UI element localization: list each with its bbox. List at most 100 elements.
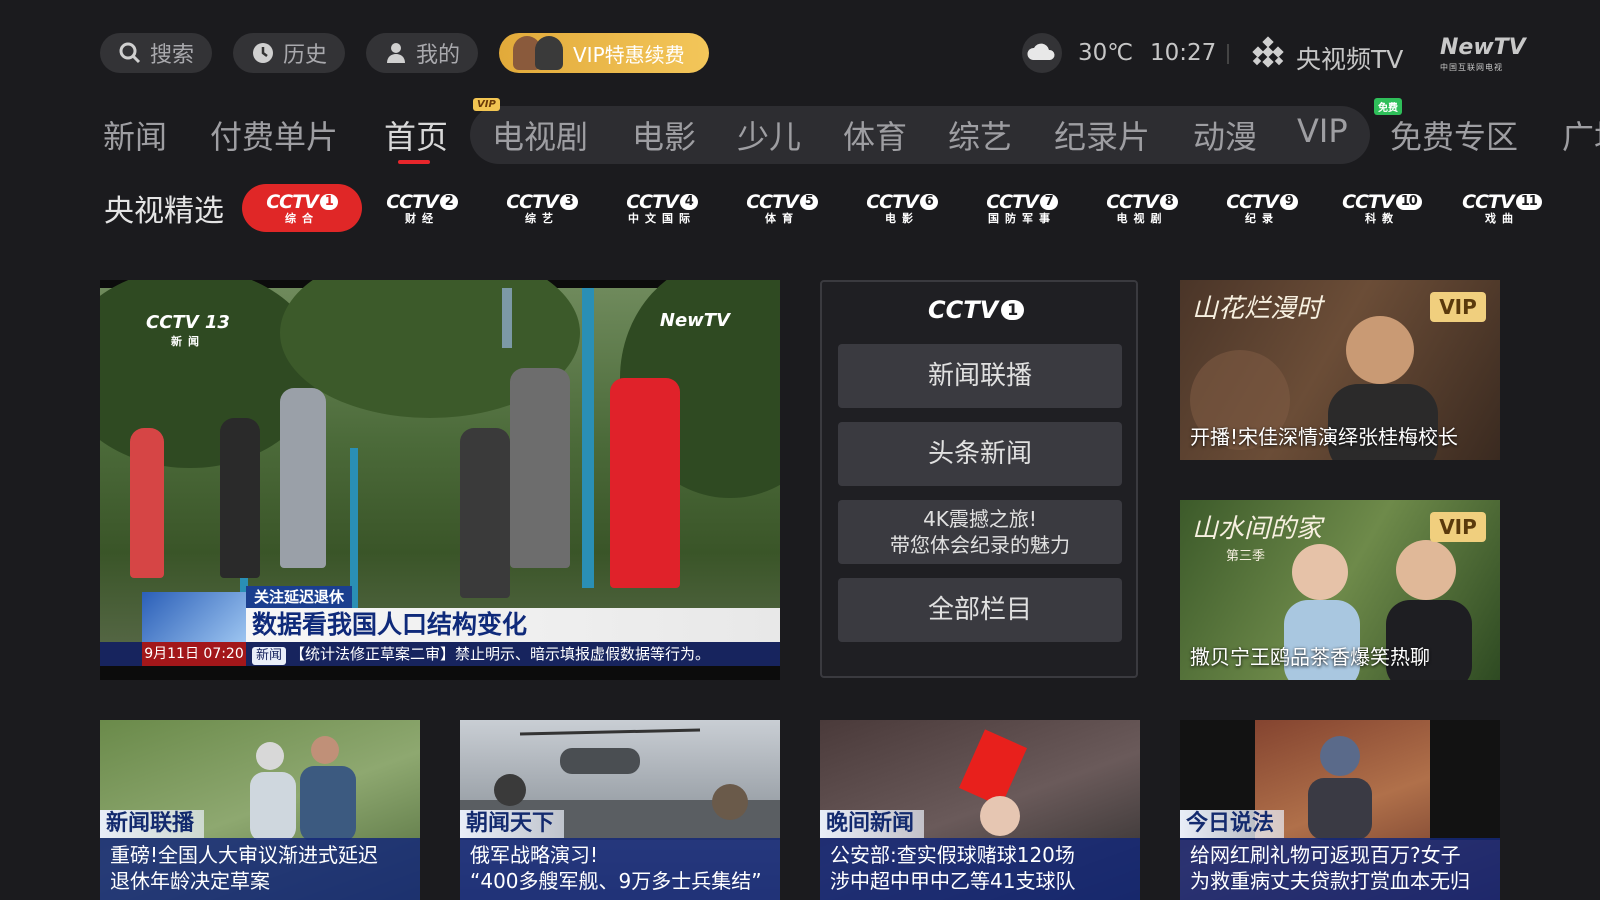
channel-subtitle: 综合 bbox=[285, 211, 319, 225]
ticker-tag: 新闻 bbox=[252, 647, 287, 665]
channel-cctv8[interactable]: CCTV 8 电视剧 bbox=[1082, 184, 1202, 232]
channel-next-peek[interactable] bbox=[1562, 184, 1600, 232]
tab-home[interactable]: 首页 bbox=[384, 112, 448, 158]
channel-subtitle: 中文国际 bbox=[628, 211, 696, 225]
channel-cctv3[interactable]: CCTV 3 综艺 bbox=[482, 184, 602, 232]
channel-logo: CCTV 9 bbox=[1226, 192, 1298, 212]
channel-subtitle: 电影 bbox=[885, 211, 919, 225]
history-label: 历史 bbox=[282, 43, 327, 68]
tab-sports[interactable]: 体育 bbox=[843, 112, 907, 158]
channel-cctv4[interactable]: CCTV 4 中文国际 bbox=[602, 184, 722, 232]
mine-button[interactable]: 我的 bbox=[366, 33, 478, 73]
tab-anime[interactable]: 动漫 bbox=[1193, 112, 1257, 158]
channel-subtitle: 戏曲 bbox=[1485, 211, 1519, 225]
tab-vip[interactable]: VIP bbox=[1297, 112, 1348, 150]
tab-kids[interactable]: 少儿 bbox=[737, 112, 801, 158]
channel-logo-text: CCTV bbox=[506, 190, 559, 213]
channel-logo: CCTV 1 bbox=[266, 192, 338, 212]
card-tag: 新闻联播 bbox=[100, 810, 205, 838]
channel-subtitle: 国防军事 bbox=[988, 211, 1056, 225]
active-tab-underline bbox=[398, 160, 430, 164]
user-icon bbox=[384, 41, 408, 65]
temperature: 30℃ bbox=[1078, 40, 1134, 66]
xinwen-lianbo-button[interactable]: 新闻联播 bbox=[838, 344, 1122, 408]
clock-time: 10:27 bbox=[1150, 40, 1217, 66]
channel-cctv7[interactable]: CCTV 7 国防军事 bbox=[962, 184, 1082, 232]
channel-row-label: 央视精选 bbox=[104, 194, 224, 229]
vip-corner-badge: VIP bbox=[473, 98, 500, 111]
live-video-player[interactable]: CCTV 13 新闻 NewTV 关注延迟退休 数据看我国人口结构变化 新闻 【统… bbox=[100, 280, 780, 680]
tab-plaza[interactable]: 广场 bbox=[1562, 112, 1600, 158]
tab-movies[interactable]: 电影 bbox=[632, 112, 696, 158]
poster-title-art: 山水间的家 第三季 bbox=[1192, 508, 1322, 564]
top-bar: 搜索 历史 我的 VIP特惠续费 30℃ 10:27 央视频TV NewTV 中… bbox=[0, 0, 1600, 100]
channel-cctv10[interactable]: CCTV 10 科教 bbox=[1322, 184, 1442, 232]
newtv-text: NewTV bbox=[1440, 35, 1526, 60]
poster-shanshui-jian-de-jia[interactable]: 山水间的家 第三季 VIP 撒贝宁王鸥品茶香爆笑热聊 bbox=[1180, 500, 1500, 680]
all-programs-button[interactable]: 全部栏目 bbox=[838, 578, 1122, 642]
lower-third-tag: 关注延迟退休 bbox=[246, 586, 353, 608]
channel-logo-text: CCTV bbox=[626, 190, 679, 213]
mine-label: 我的 bbox=[415, 43, 460, 68]
channel-number: 6 bbox=[919, 193, 938, 210]
channel-cctv2[interactable]: CCTV 2 财经 bbox=[362, 184, 482, 232]
channel-number: 8 bbox=[1159, 193, 1178, 210]
vip-badge: VIP bbox=[1430, 512, 1486, 542]
card-jinri-shuofa[interactable]: 今日说法 给网红刷礼物可返现百万?女子 为救重病丈夫贷款打赏血本无归 bbox=[1180, 720, 1500, 900]
channel-logo-text: CCTV bbox=[986, 190, 1039, 213]
channel-subtitle: 财经 bbox=[405, 211, 439, 225]
poster-caption: 开播!宋佳深情演绎张桂梅校长 bbox=[1190, 425, 1459, 449]
card-text: 俄军战略演习! “400多艘军舰、9万多士兵集结” bbox=[460, 838, 780, 900]
card-wanjian-xinwen[interactable]: 晚间新闻 公安部:查实假球赌球120场 涉中超中甲中乙等41支球队 bbox=[820, 720, 1140, 900]
channel-logo-text: CCTV bbox=[1226, 190, 1279, 213]
channel-cctv6[interactable]: CCTV 6 电影 bbox=[842, 184, 962, 232]
search-button[interactable]: 搜索 bbox=[100, 33, 212, 73]
tab-free-zone[interactable]: 免费专区 bbox=[1390, 112, 1518, 158]
channel-cctv5[interactable]: CCTV 5 体育 bbox=[722, 184, 842, 232]
news-lower-third: 关注延迟退休 数据看我国人口结构变化 新闻 【统计法修正草案二审】禁止明示、暗示填… bbox=[100, 586, 780, 666]
tab-news[interactable]: 新闻 bbox=[103, 112, 167, 158]
poster-shanhua-lanman[interactable]: 山花烂漫时 VIP 开播!宋佳深情演绎张桂梅校长 bbox=[1180, 280, 1500, 460]
tab-tv-series[interactable]: 电视剧 bbox=[492, 112, 588, 158]
headline-news-button[interactable]: 头条新闻 bbox=[838, 422, 1122, 486]
tab-paid-single[interactable]: 付费单片 bbox=[210, 112, 338, 158]
channel-number: 1 bbox=[319, 193, 338, 210]
channel-logo: CCTV 5 bbox=[746, 192, 818, 212]
channel-subtitle: 体育 bbox=[765, 211, 799, 225]
channel-number: 10 bbox=[1395, 193, 1422, 210]
card-zhaowen-tianxia[interactable]: 朝闻天下 俄军战略演习! “400多艘军舰、9万多士兵集结” bbox=[460, 720, 780, 900]
channel-cctv9[interactable]: CCTV 9 纪录 bbox=[1202, 184, 1322, 232]
yangshipin-logo-icon bbox=[1248, 36, 1288, 72]
video-channel-logo-text: CCTV 13 bbox=[146, 312, 230, 333]
history-button[interactable]: 历史 bbox=[233, 33, 345, 73]
ticker-text: 【统计法修正草案二审】禁止明示、暗示填报虚假数据等行为。 bbox=[290, 645, 711, 663]
card-xinwen-lianbo[interactable]: 新闻联播 重磅!全国人大审议渐进式延迟 退休年龄决定草案 bbox=[100, 720, 420, 900]
channel-number: 9 bbox=[1279, 193, 1298, 210]
channel-number: 4 bbox=[679, 193, 698, 210]
vip-promo-avatars bbox=[507, 33, 565, 73]
card-tag: 朝闻天下 bbox=[460, 810, 565, 838]
clock-icon bbox=[251, 41, 275, 65]
channel-number: 7 bbox=[1039, 193, 1058, 210]
channel-logo: CCTV 11 bbox=[1462, 192, 1542, 212]
video-channel-sub: 新闻 bbox=[170, 335, 205, 348]
channel-number: 5 bbox=[799, 193, 818, 210]
channel-cctv11[interactable]: CCTV 11 戏曲 bbox=[1442, 184, 1562, 232]
card-tag: 晚间新闻 bbox=[820, 810, 925, 838]
vip-renew-button[interactable]: VIP特惠续费 bbox=[499, 33, 709, 73]
video-watermark: NewTV bbox=[659, 310, 730, 331]
tab-documentary[interactable]: 纪录片 bbox=[1054, 112, 1150, 158]
channel-subtitle: 科教 bbox=[1365, 211, 1399, 225]
channel-number: 2 bbox=[439, 193, 458, 210]
search-icon bbox=[118, 41, 142, 65]
tab-variety[interactable]: 综艺 bbox=[948, 112, 1012, 158]
video-channel-logo: CCTV 13 新闻 bbox=[146, 312, 230, 349]
4k-documentary-button[interactable]: 4K震撼之旅! 带您体会纪录的魅力 bbox=[838, 500, 1122, 564]
newtv-logo: NewTV 中国互联网电视 bbox=[1440, 35, 1526, 78]
poster-title-art: 山花烂漫时 bbox=[1192, 294, 1323, 324]
channel-logo-text: CCTV bbox=[386, 190, 439, 213]
poster-caption: 撒贝宁王鸥品茶香爆笑热聊 bbox=[1190, 645, 1430, 669]
broadcast-date: 9月11日 07:20 bbox=[142, 642, 246, 666]
channel-logo-text: CCTV bbox=[866, 190, 919, 213]
channel-cctv1[interactable]: CCTV 1 综合 bbox=[242, 184, 362, 232]
